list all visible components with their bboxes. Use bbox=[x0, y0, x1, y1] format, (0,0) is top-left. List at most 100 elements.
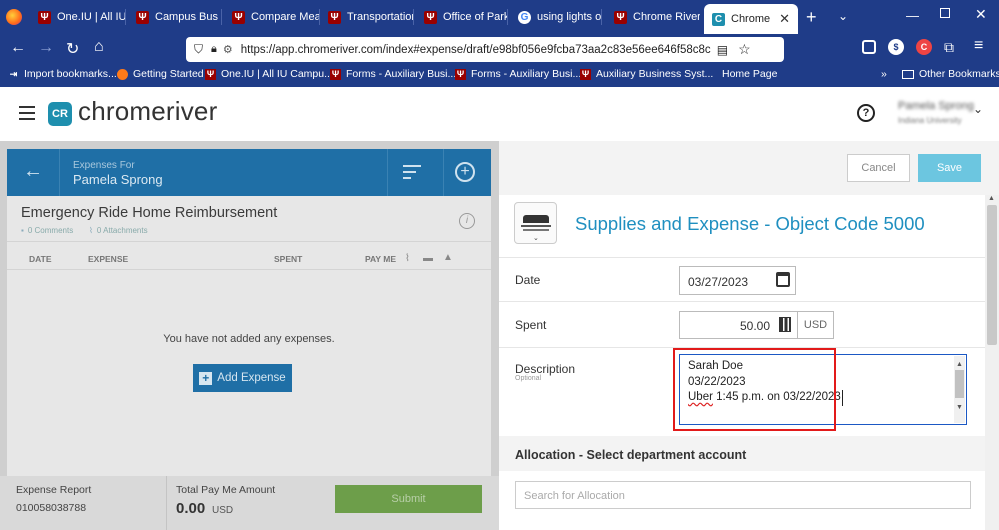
user-chevron-down-icon[interactable]: ⌄ bbox=[973, 102, 983, 116]
bookmark-forms-2[interactable]: Ψ Forms - Auxiliary Busi... bbox=[455, 68, 581, 80]
reload-icon[interactable]: ↻ bbox=[66, 39, 79, 59]
menu-hamburger-icon[interactable]: ≡ bbox=[974, 37, 983, 55]
allocation-placeholder: Search for Allocation bbox=[524, 490, 625, 502]
tab-chrome-river-1[interactable]: Ψ Chrome River bbox=[614, 4, 700, 30]
save-button[interactable]: Save bbox=[918, 154, 981, 182]
sort-icon[interactable] bbox=[403, 165, 421, 179]
attachments-count[interactable]: ⌇ 0 Attachments bbox=[89, 226, 148, 235]
iu-trident-icon: Ψ bbox=[205, 68, 216, 80]
app-logo-text: chromeriver bbox=[78, 96, 218, 126]
total-pay-me-amount: 0.00 bbox=[176, 500, 206, 517]
lock-icon: 🔒︎ bbox=[211, 43, 217, 55]
hamburger-menu-icon[interactable] bbox=[19, 106, 35, 120]
tab-google-search[interactable]: G using lights on bbox=[518, 4, 602, 30]
detail-scrollbar[interactable]: ▲ bbox=[985, 195, 999, 530]
import-icon: ⇥ bbox=[9, 68, 18, 79]
tab-office-parking[interactable]: Ψ Office of Parkin bbox=[424, 4, 508, 30]
expense-report-number: 010058038788 bbox=[16, 502, 87, 514]
iu-trident-icon: Ψ bbox=[580, 68, 591, 80]
minimize-icon[interactable]: — bbox=[906, 8, 919, 23]
tab-chrome-river-active[interactable]: C Chrome Rive ✕ bbox=[704, 4, 798, 34]
url-text[interactable]: https://app.chromeriver.com/index#expens… bbox=[241, 44, 711, 56]
bookmark-import[interactable]: ⇥ Import bookmarks... bbox=[8, 68, 117, 80]
column-pay-me: PAY ME bbox=[365, 254, 397, 264]
bookmark-star-icon[interactable]: ☆ bbox=[738, 41, 751, 58]
extension-s-icon[interactable]: $ bbox=[888, 39, 904, 55]
submit-button[interactable]: Submit bbox=[335, 485, 482, 513]
add-expense-button[interactable]: + Add Expense bbox=[193, 364, 292, 392]
chromeriver-logo-icon: CR bbox=[48, 102, 72, 126]
chromeriver-icon: C bbox=[712, 12, 725, 26]
new-tab-button[interactable]: + bbox=[806, 7, 817, 28]
bookmark-aux-business[interactable]: Ψ Auxiliary Business Syst... bbox=[580, 68, 713, 80]
pocket-icon[interactable] bbox=[862, 40, 876, 54]
add-circle-icon[interactable]: + bbox=[455, 162, 475, 182]
extension-c-icon[interactable]: C bbox=[916, 39, 932, 55]
tab-campus-bus[interactable]: Ψ Campus Bus Se bbox=[136, 4, 222, 30]
bookmark-getting-started[interactable]: Getting Started bbox=[117, 68, 204, 80]
divider bbox=[499, 257, 985, 258]
calculator-icon[interactable] bbox=[779, 317, 791, 332]
date-field[interactable]: 03/27/2023 bbox=[679, 266, 796, 295]
allocation-title: Allocation - Select department account bbox=[515, 448, 747, 462]
extensions-puzzle-icon[interactable]: ⧉ bbox=[944, 39, 954, 56]
comments-count[interactable]: ▪ 0 Comments bbox=[21, 226, 73, 235]
textarea-scrollbar[interactable]: ▲ ▼ bbox=[954, 356, 965, 423]
iu-trident-icon: Ψ bbox=[455, 68, 466, 80]
help-icon[interactable]: ? bbox=[857, 104, 875, 122]
bookmark-other[interactable]: Other Bookmarks bbox=[902, 68, 999, 80]
date-value: 03/27/2023 bbox=[688, 275, 749, 289]
permissions-icon[interactable]: ⚙ bbox=[223, 43, 233, 56]
column-date: DATE bbox=[29, 254, 52, 264]
tab-transportation[interactable]: Ψ Transportation bbox=[328, 4, 414, 30]
currency-selector[interactable]: USD bbox=[797, 311, 834, 339]
forward-arrow-icon[interactable]: → bbox=[38, 39, 54, 57]
description-label: Description bbox=[515, 362, 576, 376]
close-tab-icon[interactable]: ✕ bbox=[779, 11, 790, 27]
firefox-menu-icon[interactable] bbox=[6, 9, 22, 25]
tab-list-chevron-icon[interactable]: ⌄ bbox=[838, 9, 848, 23]
bookmark-one-iu[interactable]: Ψ One.IU | All IU Campu... bbox=[205, 68, 333, 80]
globe-icon bbox=[706, 69, 717, 80]
spent-amount-field[interactable]: 50.00 bbox=[679, 311, 798, 339]
tab-one-iu[interactable]: Ψ One.IU | All IU bbox=[38, 4, 126, 30]
spent-value: 50.00 bbox=[739, 319, 770, 333]
app-header: CR chromeriver ? Pamela Sprong Indiana U… bbox=[0, 87, 999, 141]
spent-label: Spent bbox=[515, 318, 547, 332]
bookmark-home-page[interactable]: Home Page bbox=[706, 68, 777, 80]
bookmark-forms-1[interactable]: Ψ Forms - Auxiliary Busi... bbox=[330, 68, 456, 80]
back-arrow-icon[interactable]: ← bbox=[10, 39, 26, 57]
reader-mode-icon[interactable]: ▤ bbox=[717, 43, 728, 57]
comment-icon: ▪ bbox=[21, 226, 24, 235]
expense-type-header: ⌄ Supplies and Expense - Object Code 500… bbox=[499, 195, 985, 257]
comment-column-icon: ▬ bbox=[423, 253, 433, 264]
description-optional: Optional bbox=[515, 375, 542, 382]
bookmarks-overflow-icon[interactable]: » bbox=[881, 68, 887, 80]
maximize-icon[interactable] bbox=[940, 8, 950, 18]
bookmarks-bar: ⇥ Import bookmarks... Getting Started Ψ On… bbox=[0, 64, 999, 87]
tab-compare-meal[interactable]: Ψ Compare Meal bbox=[232, 4, 320, 30]
empty-expenses-message: You have not added any expenses. bbox=[163, 333, 335, 345]
column-spent: SPENT bbox=[274, 254, 303, 264]
close-window-icon[interactable]: ✕ bbox=[975, 6, 987, 23]
date-label: Date bbox=[515, 273, 541, 287]
home-icon[interactable]: ⌂ bbox=[94, 38, 104, 56]
expenses-for-name: Pamela Sprong bbox=[73, 172, 163, 187]
allocation-header: Allocation - Select department account bbox=[499, 436, 985, 471]
highlight-annotation-box bbox=[673, 348, 836, 431]
user-name[interactable]: Pamela Sprong bbox=[898, 100, 974, 112]
info-icon[interactable]: i bbox=[459, 213, 475, 229]
divider bbox=[499, 301, 985, 302]
iu-trident-icon: Ψ bbox=[424, 10, 437, 24]
google-icon: G bbox=[518, 10, 531, 24]
stapler-icon[interactable]: ⌄ bbox=[514, 202, 557, 244]
report-footer: Expense Report 010058038788 Total Pay Me… bbox=[0, 476, 499, 530]
back-arrow-icon[interactable]: ← bbox=[23, 160, 43, 183]
expense-report-label: Expense Report bbox=[16, 484, 92, 496]
total-currency: USD bbox=[212, 505, 234, 516]
calendar-icon[interactable] bbox=[776, 272, 790, 287]
address-bar[interactable]: ⛉ 🔒︎ ⚙ https://app.chromeriver.com/index… bbox=[186, 37, 784, 62]
expense-type-title: Supplies and Expense - Object Code 5000 bbox=[575, 213, 925, 234]
allocation-search-input[interactable]: Search for Allocation bbox=[515, 481, 971, 509]
cancel-button[interactable]: Cancel bbox=[847, 154, 910, 182]
